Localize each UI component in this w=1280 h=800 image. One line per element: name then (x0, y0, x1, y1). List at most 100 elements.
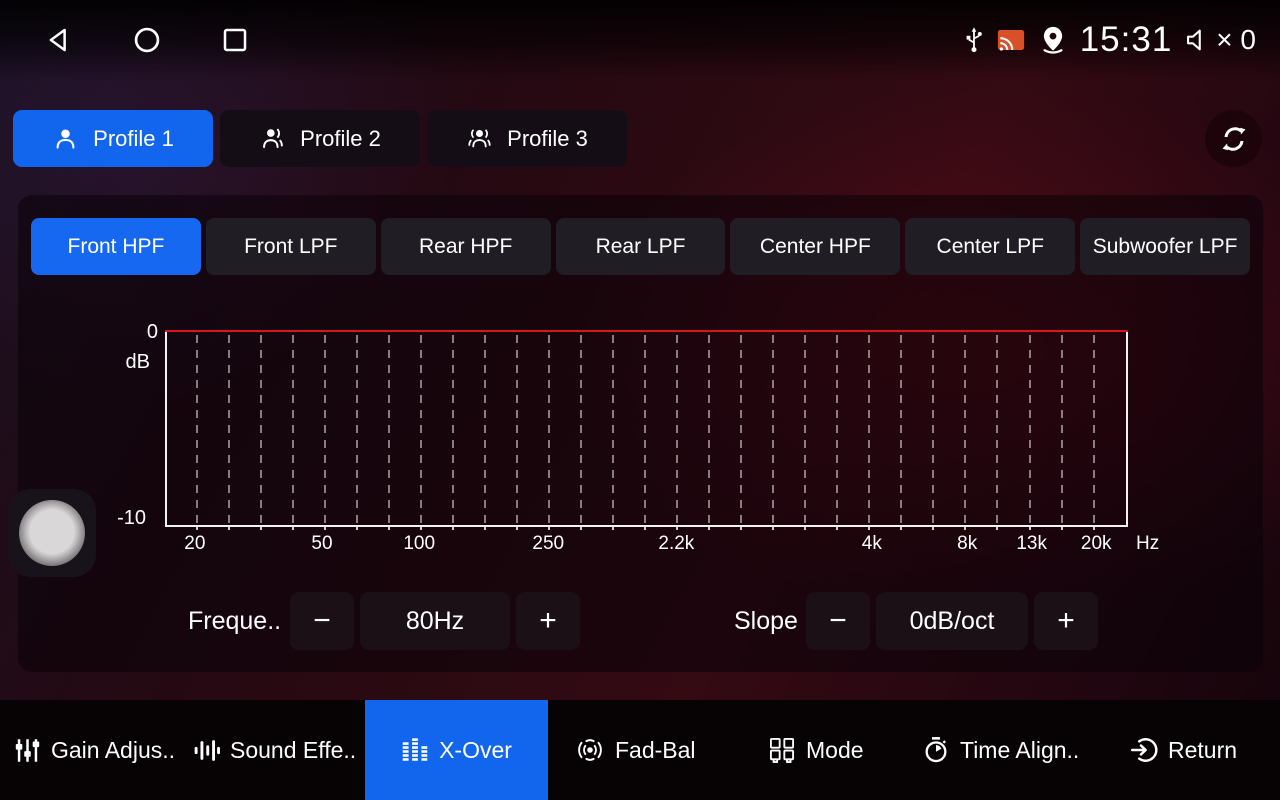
tab-front-lpf[interactable]: Front LPF (206, 218, 376, 275)
nav-mode[interactable]: Mode (768, 700, 864, 800)
waveform-bars-icon (193, 737, 220, 764)
vertical-gridline (772, 335, 774, 525)
reset-button[interactable] (1205, 110, 1262, 167)
nav-fad-bal[interactable]: Fad-Bal (575, 700, 696, 800)
x-axis-tick-mark (676, 525, 678, 530)
slope-plus-button[interactable]: + (1034, 592, 1098, 650)
y-axis-unit: dB (104, 351, 150, 374)
x-axis-tick-mark (772, 525, 774, 530)
x-axis-tick-mark (260, 525, 262, 530)
vertical-gridline (388, 335, 390, 525)
xover-panel: Front HPF Front LPF Rear HPF Rear LPF Ce… (18, 195, 1263, 672)
vertical-gridline (964, 335, 966, 525)
home-icon (131, 24, 163, 56)
profile-1-tab[interactable]: Profile 1 (13, 110, 213, 167)
x-axis-unit: Hz (1136, 533, 1159, 555)
home-button[interactable] (130, 23, 164, 57)
x-axis-tick-mark (964, 525, 966, 530)
x-axis-tick-label: 2.2k (658, 533, 694, 555)
filter-channel-tabs: Front HPF Front LPF Rear HPF Rear LPF Ce… (31, 218, 1250, 275)
nav-label: Fad-Bal (615, 737, 696, 764)
frequency-minus-button[interactable]: − (290, 592, 354, 650)
tab-rear-lpf[interactable]: Rear LPF (556, 218, 726, 275)
x-axis-tick-mark (548, 525, 550, 530)
return-arrow-icon (1130, 736, 1158, 764)
speaker-muted-icon (1184, 26, 1212, 54)
profile-tabs: Profile 1 Profile 2 Profile 3 (13, 110, 627, 167)
x-axis-tick-label: 250 (532, 533, 564, 555)
back-button[interactable] (42, 23, 76, 57)
x-axis-tick-mark (1061, 525, 1063, 530)
screen: 15:31 × 0 Profile 1 Profi (0, 0, 1280, 800)
response-curve (165, 330, 1128, 332)
vertical-gridline (580, 335, 582, 525)
person-icon (259, 125, 286, 152)
nav-label: Mode (806, 737, 864, 764)
person-icon (466, 125, 493, 152)
x-axis-tick-mark (420, 525, 422, 530)
x-axis-tick-mark (644, 525, 646, 530)
x-axis-tick-mark (580, 525, 582, 530)
nav-x-over[interactable]: X-Over (365, 700, 548, 800)
tab-center-lpf[interactable]: Center LPF (905, 218, 1075, 275)
person-icon (52, 125, 79, 152)
x-axis-tick-mark (292, 525, 294, 530)
speaker-mode-icon (768, 736, 796, 764)
x-axis-tick-label: 20k (1081, 533, 1112, 555)
vertical-gridline (836, 335, 838, 525)
slope-value: 0dB/oct (876, 592, 1028, 650)
nav-sound-effects[interactable]: Sound Effe.. (193, 700, 356, 800)
gain-sliders-icon (14, 737, 41, 764)
frequency-plus-button[interactable]: + (516, 592, 580, 650)
usb-icon (964, 25, 984, 55)
floating-knob-button[interactable] (8, 489, 96, 577)
vertical-gridline (548, 335, 550, 525)
vertical-gridline (228, 335, 230, 525)
profile-label: Profile 2 (300, 126, 381, 152)
vertical-gridline (260, 335, 262, 525)
profile-2-tab[interactable]: Profile 2 (220, 110, 420, 167)
nav-label: Sound Effe.. (230, 737, 356, 764)
nav-time-align[interactable]: Time Align.. (922, 700, 1079, 800)
tab-center-hpf[interactable]: Center HPF (730, 218, 900, 275)
vertical-gridline (420, 335, 422, 525)
vertical-gridline (1061, 335, 1063, 525)
x-axis-tick-label: 4k (862, 533, 882, 555)
tab-front-hpf[interactable]: Front HPF (31, 218, 201, 275)
vertical-gridline (900, 335, 902, 525)
vertical-gridline (676, 335, 678, 525)
vertical-gridline (612, 335, 614, 525)
x-axis-tick-label: 8k (957, 533, 977, 555)
x-axis-tick-mark (612, 525, 614, 530)
nav-label: Gain Adjus.. (51, 737, 175, 764)
x-axis-tick-mark (484, 525, 486, 530)
tab-rear-hpf[interactable]: Rear HPF (381, 218, 551, 275)
x-axis-tick-mark (356, 525, 358, 530)
x-axis-tick-mark (228, 525, 230, 530)
profile-3-tab[interactable]: Profile 3 (427, 110, 627, 167)
android-nav-keys (42, 23, 252, 57)
nav-return[interactable]: Return (1130, 700, 1237, 800)
y-axis-tick-minus10: -10 (100, 507, 146, 530)
nav-gain-adjust[interactable]: Gain Adjus.. (14, 700, 175, 800)
vertical-gridline (1029, 335, 1031, 525)
vertical-gridline (740, 335, 742, 525)
x-axis-ticks: 20501002502.2k4k8k13k20k (165, 533, 1128, 559)
nav-label: Return (1168, 737, 1237, 764)
stopwatch-icon (922, 736, 950, 764)
status-icons: 15:31 × 0 (964, 0, 1256, 80)
x-axis-tick-mark (324, 525, 326, 530)
recents-icon (220, 25, 250, 55)
slope-minus-button[interactable]: − (806, 592, 870, 650)
vertical-gridline (516, 335, 518, 525)
x-axis-tick-mark (516, 525, 518, 530)
tab-subwoofer-lpf[interactable]: Subwoofer LPF (1080, 218, 1250, 275)
profile-label: Profile 3 (507, 126, 588, 152)
frequency-value: 80Hz (360, 592, 510, 650)
vertical-gridline (356, 335, 358, 525)
x-axis-tick-mark (868, 525, 870, 530)
x-axis-tick-mark (740, 525, 742, 530)
refresh-icon (1218, 123, 1250, 155)
recents-button[interactable] (218, 23, 252, 57)
clock: 15:31 (1080, 20, 1173, 60)
